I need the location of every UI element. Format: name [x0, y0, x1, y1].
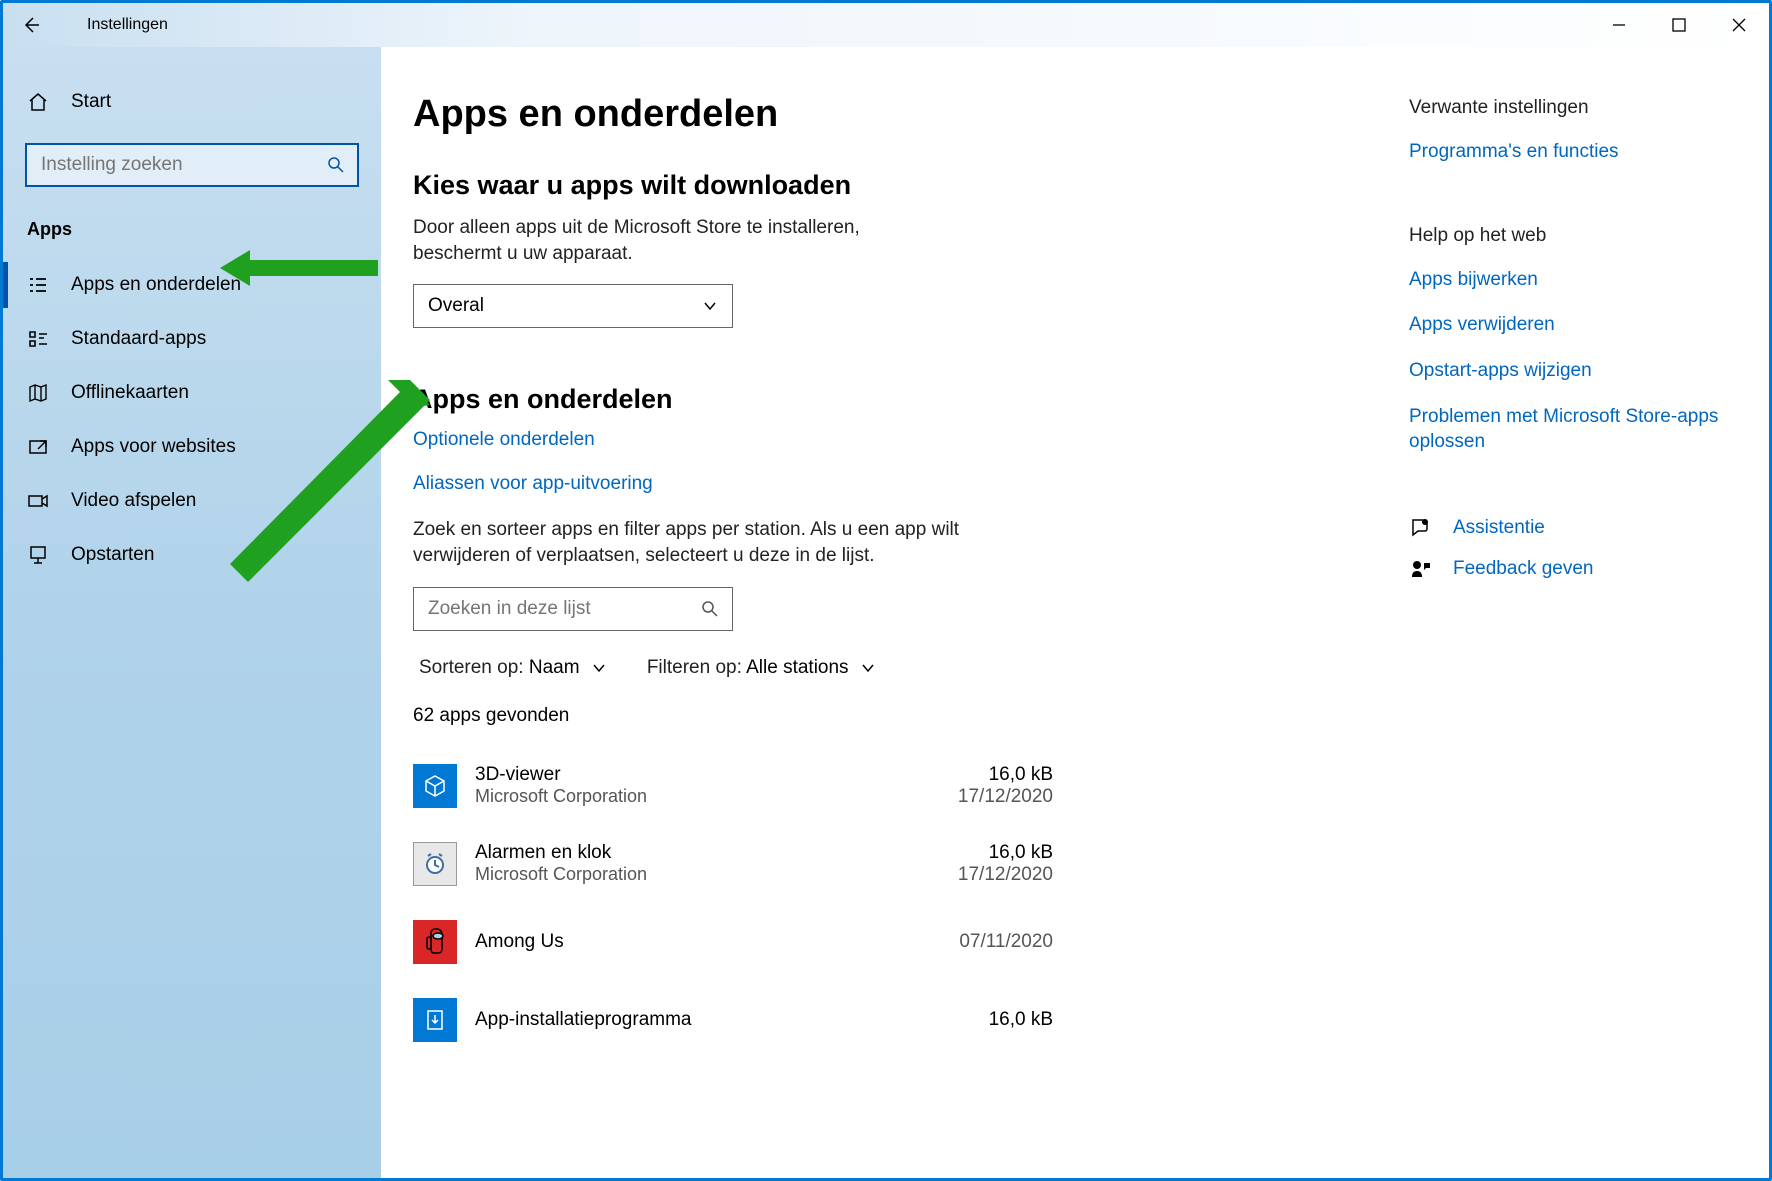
startup-icon: [27, 544, 49, 566]
app-name: Alarmen en klok: [475, 842, 940, 864]
app-size: 16,0 kB: [958, 842, 1053, 864]
chevron-down-icon: [702, 298, 718, 314]
app-date: 17/12/2020: [958, 864, 1053, 886]
app-size: 16,0 kB: [958, 764, 1053, 786]
search-icon: [701, 600, 719, 618]
minimize-icon: [1612, 18, 1626, 32]
sort-dropdown[interactable]: Sorteren op: Naam: [419, 657, 607, 679]
nav-startup[interactable]: Opstarten: [3, 528, 381, 582]
nav-apps-features[interactable]: Apps en onderdelen: [3, 258, 381, 312]
app-row[interactable]: Among Us 07/11/2020: [413, 903, 1053, 981]
nav-item-label: Apps voor websites: [71, 436, 236, 458]
nav-section-header: Apps: [3, 209, 381, 258]
app-row[interactable]: Alarmen en klok Microsoft Corporation 16…: [413, 825, 1053, 903]
open-icon: [27, 436, 49, 458]
app-name: 3D-viewer: [475, 764, 940, 786]
app-name: App-installatieprogramma: [475, 1009, 971, 1031]
app-size: 16,0 kB: [989, 1009, 1053, 1031]
get-help-link[interactable]: Assistentie: [1409, 515, 1729, 541]
nav-offline-maps[interactable]: Offlinekaarten: [3, 366, 381, 420]
apps-heading: Apps en onderdelen: [413, 384, 1053, 415]
maximize-button[interactable]: [1649, 3, 1709, 47]
defaults-icon: [27, 328, 49, 350]
app-list-search-input[interactable]: [413, 587, 733, 631]
app-icon-installer: [413, 998, 457, 1042]
app-row[interactable]: App-installatieprogramma 16,0 kB: [413, 981, 1053, 1059]
app-aliases-link[interactable]: Aliassen voor app-uitvoering: [413, 473, 1053, 495]
help-link[interactable]: Problemen met Microsoft Store-apps oplos…: [1409, 404, 1729, 455]
app-icon-alarms: [413, 842, 457, 886]
nav-item-label: Opstarten: [71, 544, 154, 566]
window-title: Instellingen: [87, 16, 168, 34]
close-button[interactable]: [1709, 3, 1769, 47]
maximize-icon: [1672, 18, 1686, 32]
web-help-header: Help op het web: [1409, 225, 1729, 247]
dropdown-value: Overal: [428, 295, 484, 317]
list-icon: [27, 274, 49, 296]
help-link[interactable]: Apps verwijderen: [1409, 312, 1729, 338]
chevron-down-icon: [860, 660, 876, 676]
nav-item-label: Apps en onderdelen: [71, 274, 241, 296]
page-title: Apps en onderdelen: [413, 93, 1053, 136]
app-icon-3dviewer: [413, 764, 457, 808]
app-date: 17/12/2020: [958, 786, 1053, 808]
main-content: Apps en onderdelen Kies waar u apps wilt…: [413, 93, 1053, 1178]
feedback-icon: [1409, 557, 1433, 581]
close-icon: [1732, 18, 1746, 32]
video-icon: [27, 490, 49, 512]
map-icon: [27, 382, 49, 404]
nav-home-label: Start: [71, 91, 111, 113]
home-icon: [27, 91, 49, 113]
download-heading: Kies waar u apps wilt downloaden: [413, 170, 1053, 201]
back-button[interactable]: [3, 3, 59, 47]
programs-features-link[interactable]: Programma's en functies: [1409, 139, 1729, 165]
nav-home[interactable]: Start: [3, 75, 381, 129]
related-settings-header: Verwante instellingen: [1409, 97, 1729, 119]
search-icon: [327, 156, 345, 174]
nav-video-playback[interactable]: Video afspelen: [3, 474, 381, 528]
app-count: 62 apps gevonden: [413, 705, 1053, 727]
download-description: Door alleen apps uit de Microsoft Store …: [413, 215, 933, 266]
optional-features-link[interactable]: Optionele onderdelen: [413, 429, 1053, 451]
chevron-down-icon: [591, 660, 607, 676]
help-link[interactable]: Apps bijwerken: [1409, 267, 1729, 293]
titlebar: Instellingen: [3, 3, 1769, 47]
minimize-button[interactable]: [1589, 3, 1649, 47]
settings-search-input[interactable]: [25, 143, 359, 187]
sidebar: Start Apps Apps en onderdelen Standaard-…: [3, 47, 381, 1178]
feedback-link[interactable]: Feedback geven: [1409, 556, 1729, 582]
nav-item-label: Offlinekaarten: [71, 382, 189, 404]
right-column: Verwante instellingen Programma's en fun…: [1409, 93, 1729, 1178]
app-row[interactable]: 3D-viewer Microsoft Corporation 16,0 kB …: [413, 747, 1053, 825]
app-publisher: Microsoft Corporation: [475, 786, 940, 807]
apps-description: Zoek en sorteer apps en filter apps per …: [413, 517, 973, 568]
nav-item-label: Video afspelen: [71, 490, 196, 512]
nav-item-label: Standaard-apps: [71, 328, 206, 350]
nav-default-apps[interactable]: Standaard-apps: [3, 312, 381, 366]
filter-dropdown[interactable]: Filteren op: Alle stations: [647, 657, 876, 679]
app-publisher: Microsoft Corporation: [475, 864, 940, 885]
nav-apps-websites[interactable]: Apps voor websites: [3, 420, 381, 474]
app-name: Among Us: [475, 931, 941, 953]
app-icon-amongus: [413, 920, 457, 964]
download-source-dropdown[interactable]: Overal: [413, 284, 733, 328]
help-link[interactable]: Opstart-apps wijzigen: [1409, 358, 1729, 384]
arrow-left-icon: [21, 15, 41, 35]
chat-icon: [1409, 516, 1433, 540]
app-date: 07/11/2020: [959, 931, 1053, 953]
